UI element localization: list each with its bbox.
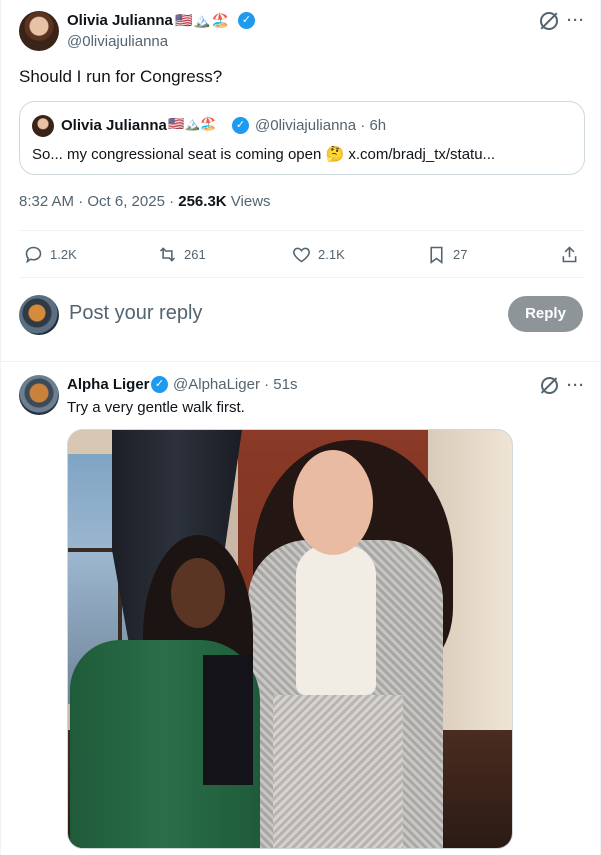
grok-icon[interactable]: [541, 377, 558, 394]
reply-author-name[interactable]: Alpha Liger: [67, 376, 150, 393]
bookmark-action[interactable]: 27: [426, 242, 467, 266]
author-flags-emoji: 🇺🇸🏔️🏖️: [175, 12, 231, 28]
quoted-tweet-card[interactable]: Olivia Julianna 🇺🇸🏔️🏖️ ✓ @0liviajulianna…: [19, 101, 585, 175]
views-label: Views: [226, 193, 271, 210]
reply-count: 1.2K: [50, 246, 77, 262]
heart-icon: [293, 247, 310, 262]
more-options-icon[interactable]: ···: [567, 12, 585, 29]
quoted-author-avatar: [32, 115, 54, 137]
repost-icon: [159, 246, 176, 262]
tweet-timestamp[interactable]: 8:32 AM · Oct 6, 2025 ·: [19, 193, 178, 210]
quoted-tweet-text: So... my congressional seat is coming op…: [32, 146, 496, 163]
quoted-author-name: Olivia Julianna: [61, 117, 167, 134]
section-divider: [1, 361, 601, 362]
verified-badge-icon: ✓: [238, 12, 255, 29]
reply-icon: [25, 246, 42, 263]
author-avatar[interactable]: [19, 11, 59, 51]
tweet-meta: 8:32 AM · Oct 6, 2025 · 256.3K Views: [19, 193, 271, 210]
reply-button[interactable]: Reply: [508, 296, 583, 332]
quoted-verified-badge-icon: ✓: [232, 117, 249, 134]
share-icon: [562, 245, 577, 262]
quoted-handle-time: @0liviajulianna · 6h: [255, 117, 387, 134]
tweet-text: Should I run for Congress?: [19, 67, 223, 86]
current-user-avatar[interactable]: [19, 295, 59, 335]
photo-person-left: [171, 558, 225, 628]
repost-action[interactable]: 261: [157, 242, 206, 266]
bookmark-icon: [430, 246, 443, 264]
repost-count: 261: [184, 246, 206, 262]
reply-input[interactable]: Post your reply: [69, 302, 202, 325]
author-handle[interactable]: @0liviajulianna: [67, 33, 168, 50]
post-detail-view: Olivia Julianna 🇺🇸🏔️🏖️ ✓ @0liviajulianna…: [0, 0, 601, 855]
author-name[interactable]: Olivia Julianna: [67, 12, 173, 29]
reply-more-options-icon[interactable]: ···: [567, 377, 585, 394]
like-count: 2.1K: [318, 246, 345, 262]
photo-person-right: [296, 545, 376, 695]
grok-icon[interactable]: [540, 12, 558, 30]
bookmark-count: 27: [453, 246, 468, 262]
reply-photo[interactable]: [67, 429, 513, 849]
photo-person-right: [293, 450, 373, 555]
reply-action[interactable]: 1.2K: [23, 242, 77, 266]
reply-text: Try a very gentle walk first.: [67, 399, 245, 416]
share-action[interactable]: [559, 242, 580, 266]
reply-author-avatar[interactable]: [19, 375, 59, 415]
reply-handle-time[interactable]: @AlphaLiger · 51s: [173, 376, 297, 393]
like-action[interactable]: 2.1K: [291, 242, 345, 266]
photo-person-left: [203, 655, 253, 785]
quoted-author-flags-emoji: 🇺🇸🏔️🏖️: [168, 116, 217, 131]
photo-person-right: [273, 695, 403, 848]
divider: [19, 230, 585, 231]
divider: [19, 277, 585, 278]
views-count: 256.3K: [178, 193, 227, 210]
reply-verified-badge-icon: ✓: [151, 376, 168, 393]
